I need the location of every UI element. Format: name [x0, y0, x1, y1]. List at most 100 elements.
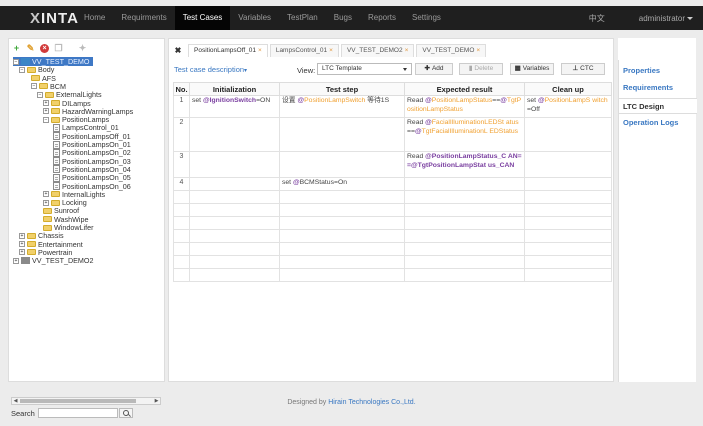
- view-select[interactable]: LTC Template: [317, 63, 412, 75]
- expand-icon[interactable]: +: [19, 232, 25, 239]
- requirements-link[interactable]: Requirements: [619, 80, 697, 96]
- tab-positionlampsoff-01[interactable]: PositionLampsOff_01 ×: [188, 44, 268, 57]
- empty-cell[interactable]: [189, 268, 280, 282]
- cell-test-step[interactable]: set @BCMStatus=On: [279, 177, 405, 191]
- empty-cell[interactable]: [279, 229, 405, 243]
- app-logo[interactable]: XINTA: [30, 10, 78, 27]
- cell-no[interactable]: 4: [173, 177, 190, 191]
- collapse-icon[interactable]: −: [13, 58, 19, 65]
- empty-cell[interactable]: [524, 190, 612, 204]
- empty-cell[interactable]: [189, 203, 280, 217]
- edit-pencil-icon[interactable]: ✎: [26, 43, 35, 53]
- empty-cell[interactable]: [524, 216, 612, 230]
- refresh-icon[interactable]: ✦: [78, 43, 87, 53]
- table-row-empty[interactable]: [173, 242, 612, 256]
- expand-icon[interactable]: +: [43, 100, 49, 106]
- cell-clean-up[interactable]: set @PositionLampS witch =Off: [524, 95, 612, 118]
- nav-variables[interactable]: Variables: [230, 6, 279, 30]
- empty-cell[interactable]: [404, 255, 525, 269]
- nav-home[interactable]: Home: [76, 6, 113, 30]
- cell-no[interactable]: 3: [173, 151, 190, 178]
- copy-icon[interactable]: ❐: [54, 43, 63, 53]
- table-row[interactable]: 3 Read @PositionLampStatus_C AN==@TgtPosi…: [173, 151, 612, 178]
- empty-cell[interactable]: [189, 190, 280, 204]
- empty-cell[interactable]: [173, 268, 190, 282]
- empty-cell[interactable]: [173, 242, 190, 256]
- close-icon[interactable]: ×: [405, 47, 409, 54]
- close-icon[interactable]: ×: [329, 47, 333, 54]
- table-row-empty[interactable]: [173, 229, 612, 243]
- empty-cell[interactable]: [524, 255, 612, 269]
- expand-icon[interactable]: +: [19, 249, 25, 256]
- empty-cell[interactable]: [189, 216, 280, 230]
- cell-clean-up[interactable]: [524, 177, 612, 191]
- table-row-empty[interactable]: [173, 255, 612, 269]
- empty-cell[interactable]: [524, 203, 612, 217]
- table-row-empty[interactable]: [173, 203, 612, 217]
- cell-clean-up[interactable]: [524, 117, 612, 152]
- add-button[interactable]: ✚ Add: [415, 63, 453, 75]
- tab-vv-test-demo[interactable]: VV_TEST_DEMO ×: [416, 44, 487, 57]
- expand-icon[interactable]: +: [43, 199, 49, 206]
- empty-cell[interactable]: [279, 255, 405, 269]
- empty-cell[interactable]: [279, 216, 405, 230]
- ltc-design-link[interactable]: LTC Design: [619, 98, 697, 114]
- expand-icon[interactable]: +: [43, 191, 49, 198]
- empty-cell[interactable]: [279, 268, 405, 282]
- table-row[interactable]: 4 set @BCMStatus=On: [173, 177, 612, 191]
- empty-cell[interactable]: [524, 229, 612, 243]
- tree-node[interactable]: + VV_TEST_DEMO2: [13, 256, 94, 265]
- empty-cell[interactable]: [173, 255, 190, 269]
- cell-test-step[interactable]: [279, 151, 405, 178]
- test-case-description-link[interactable]: Test case description▾: [174, 65, 247, 74]
- cell-expected-result[interactable]: Read @PositionLampStatus_C AN==@TgtPosit…: [404, 151, 525, 178]
- cell-expected-result[interactable]: Read @FacialIlluminationLEDSt atus==@Tgt…: [404, 117, 525, 152]
- expand-icon[interactable]: +: [13, 257, 19, 264]
- empty-cell[interactable]: [404, 242, 525, 256]
- empty-cell[interactable]: [279, 203, 405, 217]
- table-row[interactable]: 1 set @IgnitionSwitch=ON 设置 @PositionLampS…: [173, 95, 612, 118]
- table-row-empty[interactable]: [173, 268, 612, 282]
- cell-initialization[interactable]: [189, 177, 280, 191]
- cell-no[interactable]: 1: [173, 95, 190, 118]
- variables-button[interactable]: ▦ Variables: [510, 63, 554, 75]
- language-switch[interactable]: 中文: [589, 13, 605, 24]
- empty-cell[interactable]: [404, 216, 525, 230]
- cell-initialization[interactable]: set @IgnitionSwitch=ON: [189, 95, 280, 118]
- user-menu[interactable]: administrator: [639, 14, 693, 23]
- table-row-empty[interactable]: [173, 216, 612, 230]
- empty-cell[interactable]: [189, 229, 280, 243]
- collapse-icon[interactable]: −: [37, 91, 43, 98]
- cell-test-step[interactable]: [279, 117, 405, 152]
- empty-cell[interactable]: [189, 255, 280, 269]
- nav-test-cases[interactable]: Test Cases: [174, 6, 231, 30]
- empty-cell[interactable]: [173, 229, 190, 243]
- empty-cell[interactable]: [173, 203, 190, 217]
- cell-initialization[interactable]: [189, 117, 280, 152]
- tab-vv-test-demo2[interactable]: VV_TEST_DEMO2 ×: [340, 44, 415, 57]
- cell-test-step[interactable]: 设置 @PositionLampSwitch 等待1S: [279, 95, 405, 118]
- table-row-empty[interactable]: [173, 190, 612, 204]
- operation-logs-link[interactable]: Operation Logs: [619, 115, 697, 131]
- add-icon[interactable]: +: [12, 43, 21, 53]
- cell-expected-result[interactable]: Read @PositionLampStatus==@TgtPositionLa…: [404, 95, 525, 118]
- footer-company-link[interactable]: Hirain Technologies Co.,Ltd.: [328, 399, 415, 406]
- empty-cell[interactable]: [524, 242, 612, 256]
- properties-link[interactable]: Properties: [619, 63, 697, 79]
- empty-cell[interactable]: [404, 190, 525, 204]
- empty-cell[interactable]: [404, 203, 525, 217]
- cell-clean-up[interactable]: [524, 151, 612, 178]
- empty-cell[interactable]: [173, 190, 190, 204]
- ctc-button[interactable]: ⊥ CTC: [561, 63, 605, 75]
- empty-cell[interactable]: [279, 190, 405, 204]
- empty-cell[interactable]: [173, 216, 190, 230]
- close-icon[interactable]: ×: [258, 47, 262, 54]
- expand-icon[interactable]: +: [43, 108, 49, 115]
- tab-lampscontrol-01[interactable]: LampsControl_01 ×: [269, 44, 339, 57]
- empty-cell[interactable]: [404, 268, 525, 282]
- nav-testplan[interactable]: TestPlan: [279, 6, 326, 30]
- nav-reports[interactable]: Reports: [360, 6, 404, 30]
- expand-icon[interactable]: +: [19, 241, 25, 248]
- collapse-icon[interactable]: −: [19, 66, 25, 73]
- collapse-icon[interactable]: −: [43, 116, 49, 123]
